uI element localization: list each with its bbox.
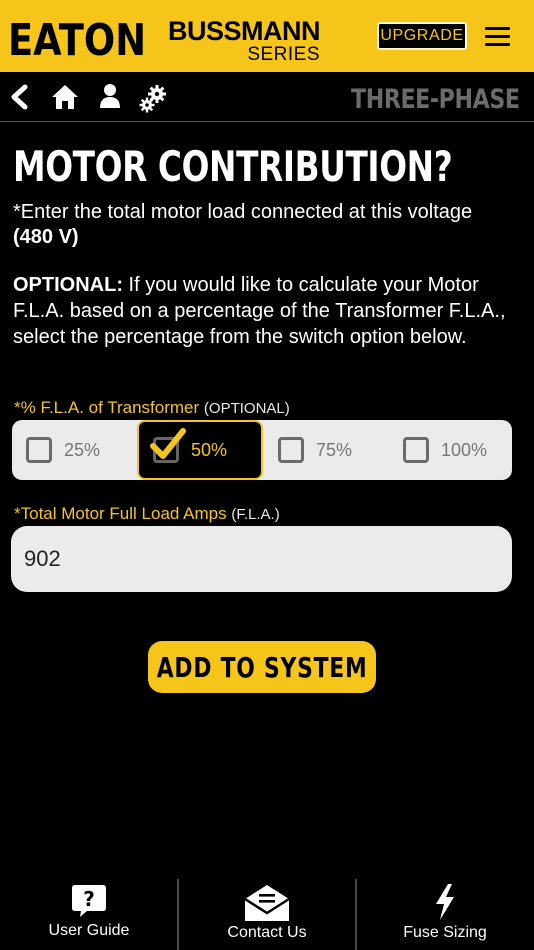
tab-label: Contact Us [227,924,307,941]
option-label: 100% [441,439,488,460]
option-25-percent[interactable]: 25% [26,420,136,480]
bussmann-text: BUSSMANN [168,16,321,46]
tab-label: User Guide [48,922,130,939]
option-label: 50% [191,439,228,460]
checkbox-icon [26,437,52,463]
option-75-percent[interactable]: 75% [278,420,388,480]
total-fla-label-note: (F.L.A.) [231,506,280,523]
eaton-logo: EATON [8,18,146,60]
app-header: EATON BUSSMANN SERIES UPGRADE [0,0,534,72]
instruction-text: *Enter the total motor load connected at… [13,200,523,250]
percent-fla-label: *% F.L.A. of Transformer (OPTIONAL) [14,398,290,418]
option-label: 25% [64,439,101,460]
lightning-icon [436,884,454,920]
checkmark-icon [150,428,186,459]
gear-icon[interactable] [138,84,168,114]
series-text: SERIES [247,44,321,65]
optional-text: OPTIONAL: If you would like to calculate… [13,272,528,350]
percent-segmented-control: 25% 50% 75% 100% [12,420,512,480]
total-fla-input[interactable] [11,526,512,592]
tab-contact-us[interactable]: Contact Us [178,870,356,950]
tab-user-guide[interactable]: ? User Guide [0,870,178,950]
question-icon: ? [72,885,106,917]
svg-text:EATON: EATON [8,18,146,60]
voltage-value: (480 V) [13,226,79,248]
user-icon[interactable] [99,83,121,109]
option-50-percent[interactable]: 50% [137,420,263,480]
envelope-icon [244,885,290,921]
hamburger-menu-icon[interactable] [485,27,510,47]
percent-fla-label-note: (OPTIONAL) [203,400,290,417]
total-fla-label: *Total Motor Full Load Amps (F.L.A.) [14,504,280,524]
page-title: MOTOR CONTRIBUTION? [13,142,453,191]
add-to-system-button[interactable]: ADD TO SYSTEM [148,641,376,693]
back-icon[interactable] [8,84,30,110]
percent-fla-label-text: *% F.L.A. of Transformer [14,398,200,417]
home-icon[interactable] [51,84,79,110]
upgrade-button[interactable]: UPGRADE [377,22,467,50]
instruction-line: *Enter the total motor load connected at… [13,201,473,223]
total-fla-label-text: *Total Motor Full Load Amps [14,504,227,523]
option-label: 75% [316,439,353,460]
checked-checkbox-icon [150,428,186,463]
checkbox-icon [403,437,429,463]
tab-label: Fuse Sizing [403,924,487,941]
add-to-system-label: ADD TO SYSTEM [156,650,368,684]
option-100-percent[interactable]: 100% [403,420,508,480]
tab-fuse-sizing[interactable]: Fuse Sizing [356,870,534,950]
bottom-tab-bar: ? User Guide Contact Us Fuse Sizing [0,870,534,950]
checkbox-icon [278,437,304,463]
svg-text:?: ? [83,887,95,911]
section-title: THREE-PHASE [351,84,520,115]
bussmann-series-logo: BUSSMANN SERIES [168,16,321,65]
optional-label: OPTIONAL: [13,274,123,296]
